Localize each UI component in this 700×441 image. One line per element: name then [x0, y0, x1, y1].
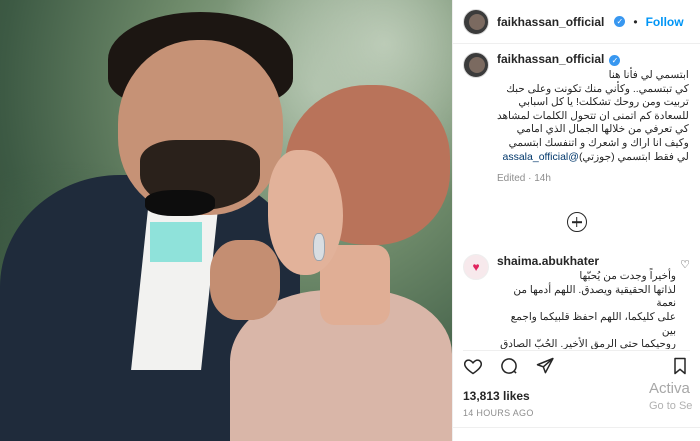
post-side-panel: faikhassan_official ✓ • Follow faikhassa…: [452, 0, 700, 441]
comment-like-heart-icon[interactable]: ♡: [680, 258, 690, 271]
commenter-avatar[interactable]: ♥: [463, 254, 489, 281]
edited-label: Edited: [497, 173, 526, 185]
bowtie: [145, 190, 215, 216]
caption-mention[interactable]: @assala_official: [503, 151, 579, 163]
woman-face: [268, 150, 343, 275]
separator-dot: •: [633, 14, 638, 29]
windows-activation-watermark: Activa: [649, 380, 690, 397]
action-bar: [463, 350, 690, 380]
caption-avatar[interactable]: [463, 52, 489, 78]
commenter-username[interactable]: shaima.abukhater: [497, 254, 676, 268]
verified-badge-icon: ✓: [614, 16, 626, 27]
share-icon[interactable]: [535, 356, 555, 381]
likes-count[interactable]: 13,813 likes: [463, 389, 530, 403]
caption-end-text: لي فقط ابتسمي (جوزتي): [578, 150, 689, 163]
add-comments-icon[interactable]: [566, 212, 587, 233]
caption-age[interactable]: 14h: [534, 173, 551, 184]
caption-row: faikhassan_official ✓ ابتسمي لي فأنا هنا…: [463, 52, 690, 186]
caption-body: faikhassan_official ✓ ابتسمي لي فأنا هنا…: [497, 52, 689, 186]
caption-username[interactable]: faikhassan_official: [497, 52, 604, 66]
verified-badge-icon: ✓: [609, 54, 621, 66]
caption-meta: Edited · 14h: [497, 173, 551, 185]
post-photo[interactable]: [0, 0, 452, 441]
comment-icon[interactable]: [499, 356, 519, 381]
bookmark-icon[interactable]: [670, 356, 690, 381]
caption-main-text: ابتسمي لي فأنا هنا كي تبتسمي.. وكأني منك…: [497, 69, 689, 149]
windows-activation-watermark-sub: Go to Se: [649, 400, 693, 412]
caption-text: ابتسمي لي فأنا هنا كي تبتسمي.. وكأني منك…: [497, 69, 689, 164]
author-username[interactable]: faikhassan_official: [497, 15, 604, 29]
follow-button[interactable]: Follow: [646, 15, 684, 29]
instagram-post: faikhassan_official ✓ • Follow faikhassa…: [0, 0, 700, 441]
add-comment-bar[interactable]: [453, 427, 700, 441]
post-time[interactable]: 14 HOURS AGO: [463, 408, 534, 418]
comments-area[interactable]: faikhassan_official ✓ ابتسمي لي فأنا هنا…: [463, 52, 690, 349]
earring: [313, 233, 325, 261]
man-hand: [210, 240, 280, 320]
comment-body: shaima.abukhater وأخيراً وجدت من يُحبّها…: [497, 254, 690, 349]
post-header: faikhassan_official ✓ • Follow: [453, 0, 700, 44]
heart-icon[interactable]: [463, 356, 483, 381]
man-vest: [150, 222, 202, 262]
comment-text: وأخيراً وجدت من يُحبّها لذاتها الحقيقية …: [500, 270, 676, 349]
author-avatar[interactable]: [463, 8, 489, 35]
comment-row: ♥ shaima.abukhater وأخيراً وجدت من يُحبّ…: [463, 254, 690, 349]
